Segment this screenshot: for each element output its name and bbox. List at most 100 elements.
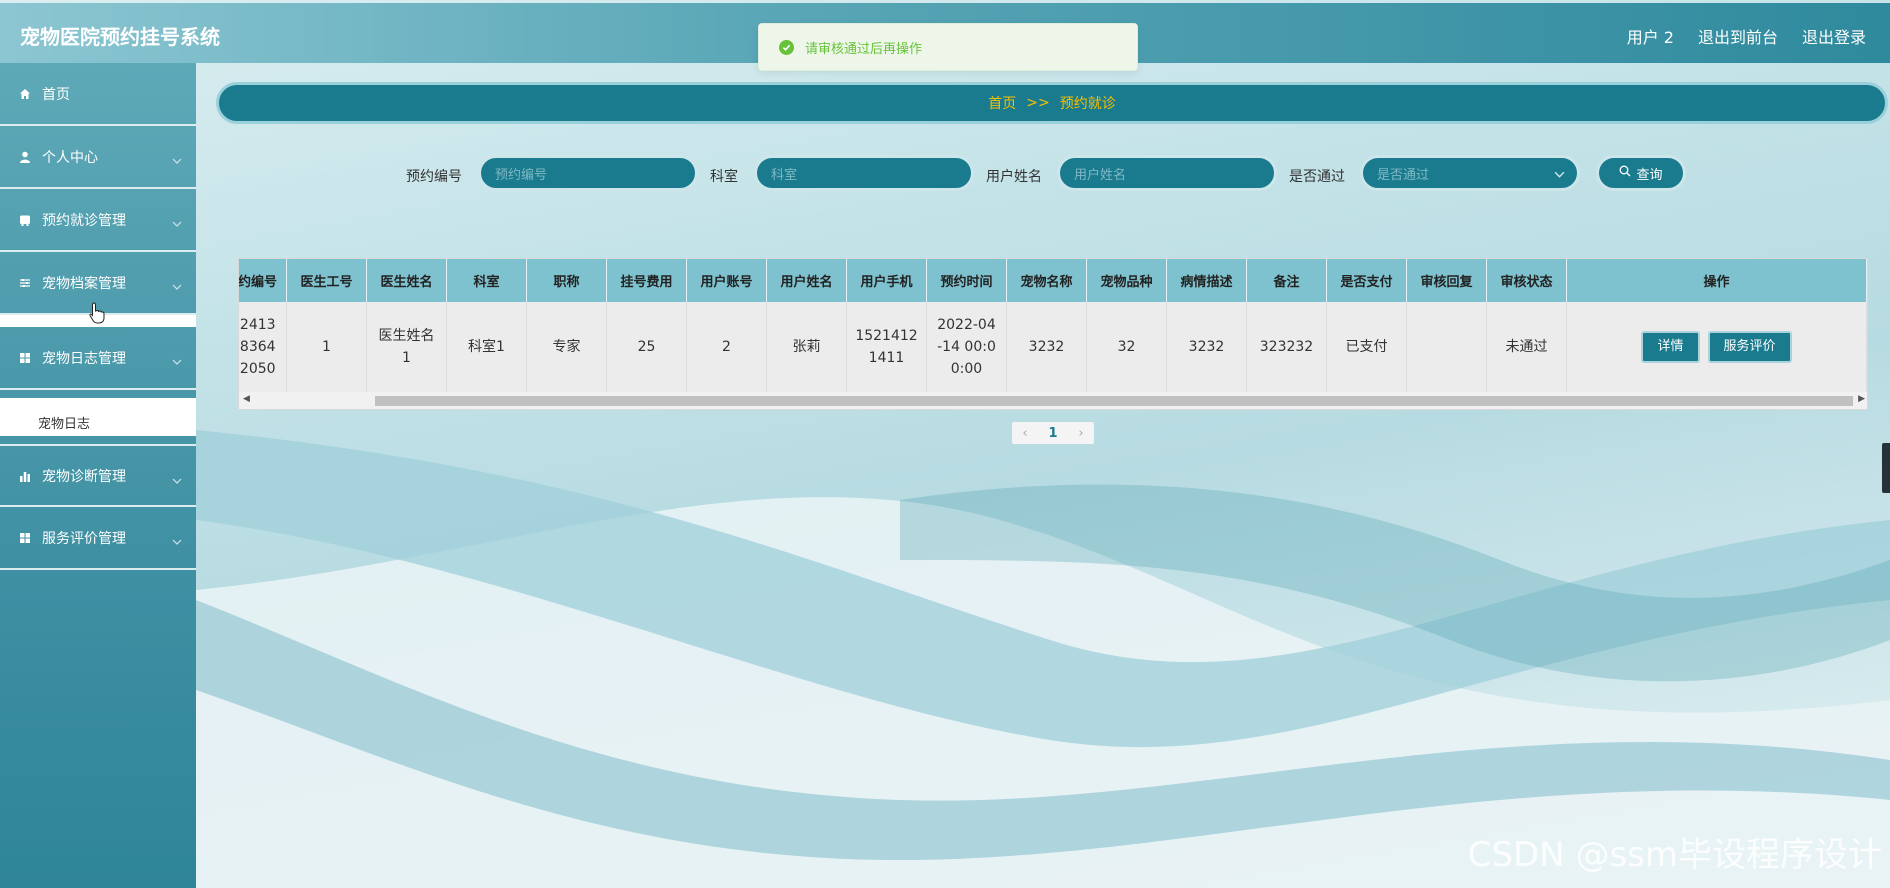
- cell-dept: 科室1: [447, 302, 527, 392]
- app-title: 宠物医院预约挂号系统: [20, 25, 220, 49]
- chevron-down-icon: [172, 533, 182, 549]
- dept-input[interactable]: 科室: [754, 155, 974, 191]
- cell-condition: 3232: [1167, 302, 1247, 392]
- cell-appt-time: 2022-04 -14 00:0 0:00: [927, 302, 1007, 392]
- side-scroll-tab[interactable]: [1882, 443, 1890, 493]
- scroll-right-icon[interactable]: ▶: [1858, 394, 1865, 404]
- cell-actions: 详情 服务评价: [1567, 302, 1867, 392]
- col-header[interactable]: 备注: [1247, 259, 1327, 302]
- check-circle-icon: [779, 39, 794, 55]
- cell-pet-breed: 32: [1087, 302, 1167, 392]
- calendar-icon: [18, 213, 32, 227]
- scrollbar-thumb[interactable]: [375, 396, 1853, 406]
- submenu-pet-logs: 宠物日志: [0, 390, 196, 444]
- scroll-left-icon[interactable]: ◀: [243, 394, 250, 404]
- cell-user-account: 2: [687, 302, 767, 392]
- cell-doctor-id: 1: [287, 302, 367, 392]
- chevron-down-icon: [172, 353, 182, 369]
- breadcrumb-current: 预约就诊: [1059, 96, 1116, 112]
- query-button[interactable]: 查询: [1596, 155, 1686, 191]
- query-button-label: 查询: [1636, 167, 1663, 183]
- table-row: 22413 18364 02050 1 医生姓名 1 科室1 专家 25 2 张…: [239, 302, 1867, 392]
- username-label: 用户姓名: [986, 169, 1042, 185]
- chevron-down-icon: [172, 278, 182, 294]
- cell-review-status: 未通过: [1487, 302, 1567, 392]
- horizontal-scrollbar[interactable]: ◀ ▶: [239, 392, 1867, 409]
- background-waves: [196, 430, 1890, 888]
- home-icon: [18, 87, 32, 101]
- sidebar-item-label: 宠物档案管理: [42, 275, 126, 292]
- appointments-table: 约编号 医生工号 医生姓名 科室 职称 挂号费用 用户账号 用户姓名 用户手机 …: [238, 258, 1868, 410]
- username-input[interactable]: 用户姓名: [1057, 155, 1277, 191]
- search-icon: [1619, 165, 1631, 181]
- breadcrumb: 首页 >> 预约就诊: [216, 82, 1888, 124]
- cell-fee: 25: [607, 302, 687, 392]
- appt-no-label: 预约编号: [406, 169, 462, 185]
- approved-select-value: 是否通过: [1377, 167, 1430, 183]
- cell-title: 专家: [527, 302, 607, 392]
- current-user-label[interactable]: 用户 2: [1627, 24, 1674, 48]
- col-header[interactable]: 预约时间: [927, 259, 1007, 302]
- cell-review-reply: [1407, 302, 1487, 392]
- toast-text: 请审核通过后再操作: [805, 41, 923, 57]
- sidebar-item-label: 首页: [42, 86, 70, 103]
- col-header[interactable]: 用户姓名: [767, 259, 847, 302]
- grid-icon: [18, 351, 32, 365]
- col-header[interactable]: 职称: [527, 259, 607, 302]
- col-header[interactable]: 审核回复: [1407, 259, 1487, 302]
- sidebar-item-pet-logs[interactable]: 宠物日志管理: [0, 327, 196, 390]
- breadcrumb-separator: >>: [1026, 95, 1050, 111]
- mouse-cursor-icon: [89, 302, 105, 324]
- cell-doctor-name: 医生姓名 1: [367, 302, 447, 392]
- col-header[interactable]: 病情描述: [1167, 259, 1247, 302]
- col-header[interactable]: 审核状态: [1487, 259, 1567, 302]
- col-header[interactable]: 约编号: [239, 259, 287, 302]
- col-header[interactable]: 挂号费用: [607, 259, 687, 302]
- next-page-button[interactable]: ›: [1078, 426, 1083, 441]
- bar-chart-icon: [18, 469, 32, 483]
- col-header: 操作: [1567, 259, 1867, 302]
- page-number[interactable]: 1: [1048, 426, 1057, 441]
- toast-message: 请审核通过后再操作: [758, 23, 1138, 71]
- approved-label: 是否通过: [1289, 169, 1345, 185]
- col-header[interactable]: 用户账号: [687, 259, 767, 302]
- sidebar-item-appointments[interactable]: 预约就诊管理: [0, 189, 196, 252]
- col-header[interactable]: 用户手机: [847, 259, 927, 302]
- col-header[interactable]: 科室: [447, 259, 527, 302]
- table-body: 约编号 医生工号 医生姓名 科室 职称 挂号费用 用户账号 用户姓名 用户手机 …: [239, 259, 1867, 392]
- cell-paid: 已支付: [1327, 302, 1407, 392]
- col-header[interactable]: 是否支付: [1327, 259, 1407, 302]
- detail-button[interactable]: 详情: [1641, 331, 1700, 363]
- col-header[interactable]: 宠物名称: [1007, 259, 1087, 302]
- sliders-icon: [18, 276, 32, 290]
- cell-remark: 323232: [1247, 302, 1327, 392]
- col-header[interactable]: 医生工号: [287, 259, 367, 302]
- approved-select[interactable]: 是否通过: [1360, 155, 1580, 191]
- cell-appt-no: 22413 18364 02050: [239, 302, 287, 392]
- cell-user-name: 张莉: [767, 302, 847, 392]
- sidebar-item-label: 宠物日志管理: [42, 350, 126, 367]
- grid-icon: [18, 531, 32, 545]
- cell-user-phone: 1521412 1411: [847, 302, 927, 392]
- chevron-down-icon: [172, 472, 182, 488]
- back-to-front-link[interactable]: 退出到前台: [1698, 24, 1778, 48]
- appt-no-input[interactable]: 预约编号: [478, 155, 698, 191]
- sidebar-item-label: 预约就诊管理: [42, 212, 126, 229]
- cell-pet-name: 3232: [1007, 302, 1087, 392]
- logout-link[interactable]: 退出登录: [1802, 24, 1866, 48]
- breadcrumb-home[interactable]: 首页: [988, 93, 1016, 113]
- dept-label: 科室: [710, 169, 738, 185]
- sidebar-item-reviews[interactable]: 服务评价管理: [0, 507, 196, 570]
- service-review-button[interactable]: 服务评价: [1707, 331, 1792, 363]
- sidebar-item-diagnosis[interactable]: 宠物诊断管理: [0, 444, 196, 507]
- watermark: CSDN @ssm毕设程序设计: [1467, 835, 1882, 875]
- table-header-row: 约编号 医生工号 医生姓名 科室 职称 挂号费用 用户账号 用户姓名 用户手机 …: [239, 259, 1867, 302]
- submenu-item-pet-log[interactable]: 宠物日志: [0, 398, 196, 436]
- sidebar-item-label: 宠物诊断管理: [42, 468, 126, 485]
- sidebar-item-label: 服务评价管理: [42, 530, 126, 547]
- header-actions: 用户 2 退出到前台 退出登录: [1627, 24, 1866, 48]
- sidebar-item-home[interactable]: 首页: [0, 63, 196, 126]
- prev-page-button[interactable]: ‹: [1022, 426, 1027, 441]
- col-header[interactable]: 宠物品种: [1087, 259, 1167, 302]
- col-header[interactable]: 医生姓名: [367, 259, 447, 302]
